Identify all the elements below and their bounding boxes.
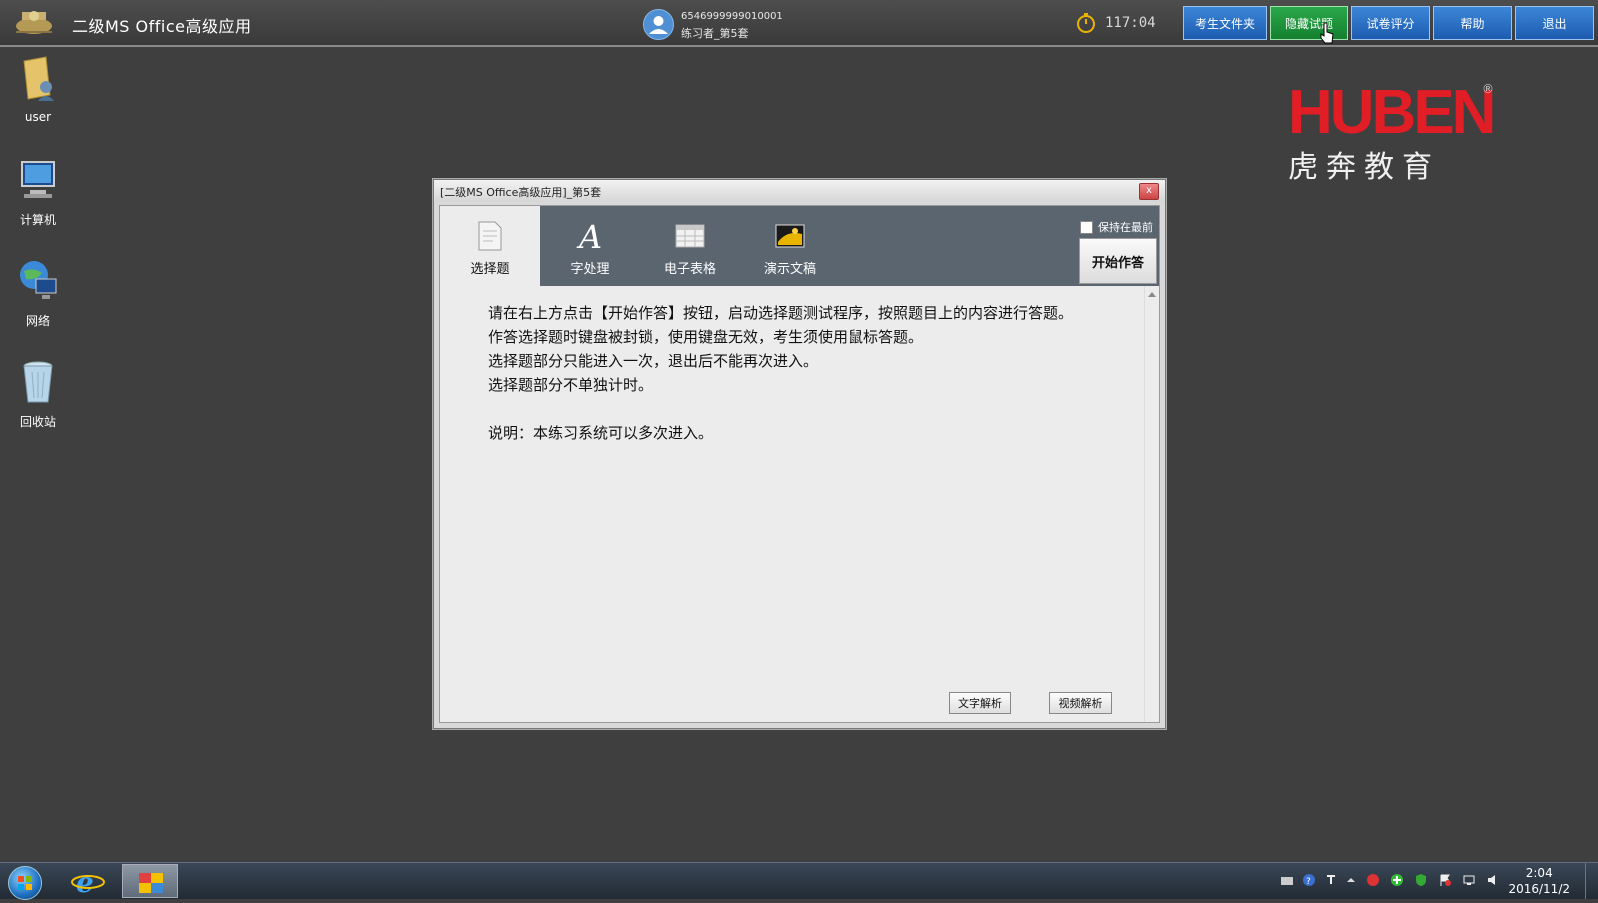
tab-presentation[interactable]: 演示文稿	[740, 206, 840, 286]
desktop-icon-recycle-bin[interactable]: 回收站	[3, 358, 73, 430]
dialog-body: 选择题 A 字处理 电子表格 演示文稿 保持在最前 开始作答 请在右上方点击【开…	[439, 205, 1160, 723]
huben-logo: HUBEN 虎奔教育 ®	[1288, 78, 1508, 186]
user-id: 6546999999010001	[681, 11, 783, 22]
candidate-folder-button[interactable]: 考生文件夹	[1183, 6, 1267, 40]
internet-explorer-icon: e	[71, 866, 105, 899]
user-avatar-icon	[643, 9, 674, 40]
svg-text:e: e	[76, 866, 94, 898]
checkbox-box[interactable]	[1080, 220, 1093, 234]
instruction-line: 选择题部分只能进入一次，退出后不能再次进入。	[488, 352, 819, 370]
scroll-up-icon[interactable]	[1148, 292, 1156, 297]
presentation-icon	[775, 224, 805, 248]
tab-word-processing[interactable]: A 字处理	[540, 206, 640, 286]
desktop-icon-user[interactable]: user	[3, 55, 73, 124]
desktop-icon-label: 网络	[25, 314, 50, 328]
shield-icon[interactable]	[1414, 873, 1428, 887]
desktop-icon-label: user	[24, 110, 52, 124]
volume-icon[interactable]	[1486, 873, 1500, 887]
tab-label: 电子表格	[663, 262, 716, 277]
ime-icon[interactable]	[1324, 873, 1338, 887]
top-bar: 二级MS Office高级应用 6546999999010001 练习者_第5套…	[0, 0, 1598, 47]
mouse-cursor-icon	[1320, 22, 1334, 44]
tab-label: 字处理	[570, 262, 610, 277]
document-icon	[478, 221, 502, 251]
help-circle-icon[interactable]: ?	[1302, 873, 1316, 887]
registered-mark: ®	[1482, 82, 1494, 96]
tab-spreadsheet[interactable]: 电子表格	[640, 206, 740, 286]
question-type-tabs: 选择题 A 字处理 电子表格 演示文稿 保持在最前 开始作答	[440, 206, 1159, 286]
taskbar: e ? 2:04 2016/11/2	[0, 862, 1598, 900]
grade-paper-button[interactable]: 试卷评分	[1351, 6, 1430, 40]
desktop-icon-network[interactable]: 网络	[3, 257, 73, 329]
instruction-note: 说明：本练习系统可以多次进入。	[488, 424, 714, 442]
taskbar-ie[interactable]: e	[60, 864, 116, 899]
text-analysis-button[interactable]: 文字解析	[949, 692, 1011, 714]
close-icon[interactable]: x	[1139, 183, 1159, 200]
app-logo-icon	[16, 11, 52, 34]
countdown-timer: 117:04	[1105, 15, 1156, 31]
exam-app-icon	[139, 873, 163, 893]
font-a-icon: A	[576, 220, 602, 252]
instruction-line: 请在右上方点击【开始作答】按钮，启动选择题测试程序，按照题目上的内容进行答题。	[488, 304, 1074, 322]
desktop-icon-label: 回收站	[19, 415, 56, 429]
hide-questions-button[interactable]: 隐藏试题	[1270, 6, 1348, 40]
tab-choice[interactable]: 选择题	[440, 206, 540, 286]
start-button[interactable]	[8, 866, 42, 900]
start-answering-button[interactable]: 开始作答	[1079, 238, 1157, 284]
vertical-scrollbar[interactable]	[1144, 286, 1159, 722]
clock-time: 2:04	[1525, 866, 1553, 880]
system-clock[interactable]: 2:04 2016/11/2	[1508, 865, 1570, 897]
desktop-icon-computer[interactable]: 计算机	[3, 156, 73, 228]
clock-date: 2016/11/2	[1508, 882, 1570, 896]
plus-icon[interactable]	[1390, 873, 1404, 887]
dialog-titlebar[interactable]: [二级MS Office高级应用]_第5套 x	[434, 180, 1165, 202]
app-title: 二级MS Office高级应用	[72, 17, 252, 36]
desktop-icon-label: 计算机	[19, 213, 56, 227]
tray-expand-icon[interactable]	[1344, 873, 1358, 887]
help-button[interactable]: 帮助	[1433, 6, 1512, 40]
network-status-icon[interactable]	[1462, 873, 1476, 887]
keep-on-top-label: 保持在最前	[1098, 221, 1153, 234]
stopwatch-icon	[1077, 13, 1095, 33]
brand-chinese: 虎奔教育	[1288, 150, 1440, 185]
tab-label: 选择题	[470, 262, 510, 277]
keyboard-icon[interactable]	[1280, 873, 1294, 887]
video-analysis-button[interactable]: 视频解析	[1049, 692, 1112, 714]
taskbar-exam-app[interactable]	[122, 864, 178, 898]
instruction-line: 选择题部分不单独计时。	[488, 376, 654, 394]
antivirus-icon[interactable]	[1366, 873, 1380, 887]
user-name: 练习者_第5套	[681, 27, 749, 40]
show-desktop-button[interactable]	[1585, 863, 1598, 899]
exit-button[interactable]: 退出	[1515, 6, 1594, 40]
svg-text:?: ?	[1306, 877, 1311, 887]
user-folder-icon	[23, 56, 54, 101]
network-icon	[20, 261, 57, 299]
spreadsheet-icon	[675, 224, 705, 248]
dialog-title: [二级MS Office高级应用]_第5套	[440, 186, 602, 199]
action-center-flag-icon[interactable]	[1438, 873, 1452, 887]
instruction-line: 作答选择题时键盘被封锁，使用键盘无效，考生须使用鼠标答题。	[488, 328, 924, 346]
svg-text:A: A	[576, 220, 602, 252]
keep-on-top-checkbox[interactable]: 保持在最前	[1080, 219, 1153, 235]
windows-logo-icon	[18, 876, 32, 890]
brand-latin: HUBEN	[1288, 78, 1496, 147]
computer-icon	[21, 161, 55, 198]
tab-label: 演示文稿	[763, 262, 816, 277]
exam-dialog: [二级MS Office高级应用]_第5套 x 选择题 A 字处理 电子表格 演…	[433, 179, 1166, 729]
instructions-text: 请在右上方点击【开始作答】按钮，启动选择题测试程序，按照题目上的内容进行答题。 …	[452, 301, 1142, 445]
recycle-bin-icon	[23, 361, 53, 403]
